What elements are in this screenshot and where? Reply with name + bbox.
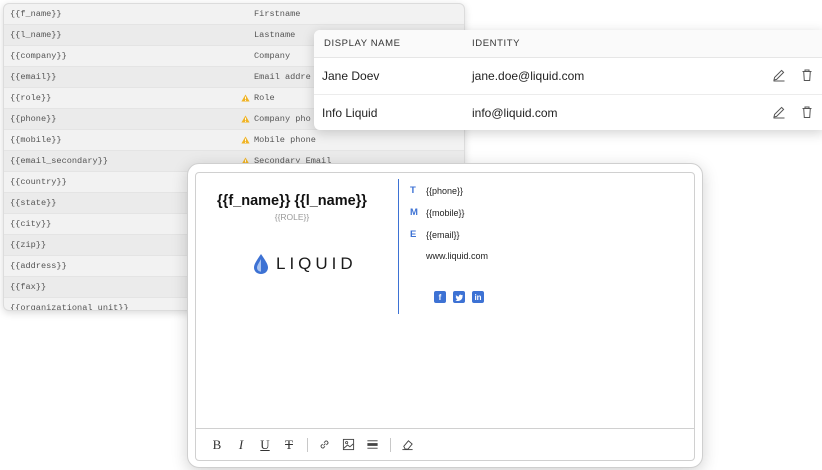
placeholder-label: Role bbox=[254, 93, 275, 103]
placeholder-key: {{mobile}} bbox=[10, 135, 62, 145]
contact-letter: M bbox=[410, 207, 418, 218]
signature-name: {{f_name}} {{l_name}} bbox=[217, 193, 367, 209]
edit-icon[interactable] bbox=[772, 105, 786, 122]
placeholder-key: {{l_name}} bbox=[10, 30, 62, 40]
toolbar-separator bbox=[390, 437, 391, 452]
strikethrough-button[interactable]: T bbox=[278, 434, 300, 456]
eraser-icon[interactable] bbox=[396, 434, 418, 456]
contact-line-email: E {{email}} bbox=[410, 229, 460, 240]
contact-line-mobile: M {{mobile}} bbox=[410, 207, 465, 218]
contact-line-website: www.liquid.com bbox=[410, 251, 488, 261]
placeholder-row[interactable]: {{mobile}} Mobile phone bbox=[4, 130, 464, 151]
contact-line-phone: T {{phone}} bbox=[410, 185, 463, 196]
placeholder-key: {{phone}} bbox=[10, 114, 57, 124]
placeholder-key: {{f_name}} bbox=[10, 9, 62, 19]
facebook-icon[interactable]: f bbox=[434, 291, 446, 303]
placeholder-row[interactable]: {{f_name}} Firstname bbox=[4, 4, 464, 25]
liquid-logo: LIQUID bbox=[252, 253, 357, 275]
toolbar-separator bbox=[307, 437, 308, 452]
underline-button[interactable]: U bbox=[254, 434, 276, 456]
linkedin-icon[interactable]: in bbox=[472, 291, 484, 303]
placeholder-label: Lastname bbox=[254, 30, 296, 40]
contact-value: www.liquid.com bbox=[426, 251, 489, 261]
placeholder-label: Mobile phone bbox=[254, 135, 316, 145]
display-name-cell: Jane Doev bbox=[322, 69, 380, 83]
signature-editor: {{f_name}} {{l_name}} {{ROLE}} LIQUID T … bbox=[187, 163, 703, 468]
identity-cell: info@liquid.com bbox=[472, 106, 558, 120]
identity-row[interactable]: Info Liquid info@liquid.com bbox=[314, 95, 822, 130]
droplet-icon bbox=[254, 254, 268, 274]
image-icon[interactable] bbox=[337, 434, 359, 456]
trash-icon[interactable] bbox=[800, 68, 814, 85]
signature-role: {{ROLE}} bbox=[274, 212, 310, 222]
contact-letter: T bbox=[410, 185, 416, 196]
contact-value: {{mobile}} bbox=[426, 207, 465, 218]
identity-header: IDENTITY bbox=[472, 38, 521, 49]
identity-table-header: DISPLAY NAME IDENTITY bbox=[314, 30, 822, 58]
warning-icon bbox=[236, 94, 254, 102]
trash-icon[interactable] bbox=[800, 105, 814, 122]
contact-value: {{email}} bbox=[426, 229, 460, 240]
contact-letter: E bbox=[410, 229, 417, 240]
identity-row[interactable]: Jane Doev jane.doe@liquid.com bbox=[314, 58, 822, 95]
contact-value: {{phone}} bbox=[426, 185, 464, 196]
html-icon[interactable] bbox=[361, 434, 383, 456]
placeholder-label: Firstname bbox=[254, 9, 301, 19]
social-icons: f in bbox=[434, 291, 484, 303]
placeholder-key: {{company}} bbox=[10, 51, 67, 61]
warning-icon bbox=[236, 136, 254, 144]
placeholder-label: Company pho bbox=[254, 114, 311, 124]
placeholder-label: Company bbox=[254, 51, 291, 61]
warning-icon bbox=[236, 115, 254, 123]
signature-divider bbox=[398, 179, 399, 314]
placeholder-key: {{role}} bbox=[10, 93, 52, 103]
twitter-icon[interactable] bbox=[453, 291, 465, 303]
italic-button[interactable]: I bbox=[230, 434, 252, 456]
edit-icon[interactable] bbox=[772, 68, 786, 85]
placeholder-label: Email addre bbox=[254, 72, 311, 82]
editor-content-area[interactable]: {{f_name}} {{l_name}} {{ROLE}} LIQUID T … bbox=[195, 172, 695, 461]
link-icon[interactable] bbox=[313, 434, 335, 456]
bold-button[interactable]: B bbox=[206, 434, 228, 456]
logo-text: LIQUID bbox=[276, 254, 357, 273]
placeholder-key: {{email}} bbox=[10, 72, 57, 82]
identity-cell: jane.doe@liquid.com bbox=[472, 69, 585, 83]
display-name-header: DISPLAY NAME bbox=[324, 38, 401, 49]
identity-table: DISPLAY NAME IDENTITY Jane Doev jane.doe… bbox=[314, 30, 822, 130]
formatting-toolbar: B I U T bbox=[196, 428, 694, 460]
display-name-cell: Info Liquid bbox=[322, 106, 378, 120]
